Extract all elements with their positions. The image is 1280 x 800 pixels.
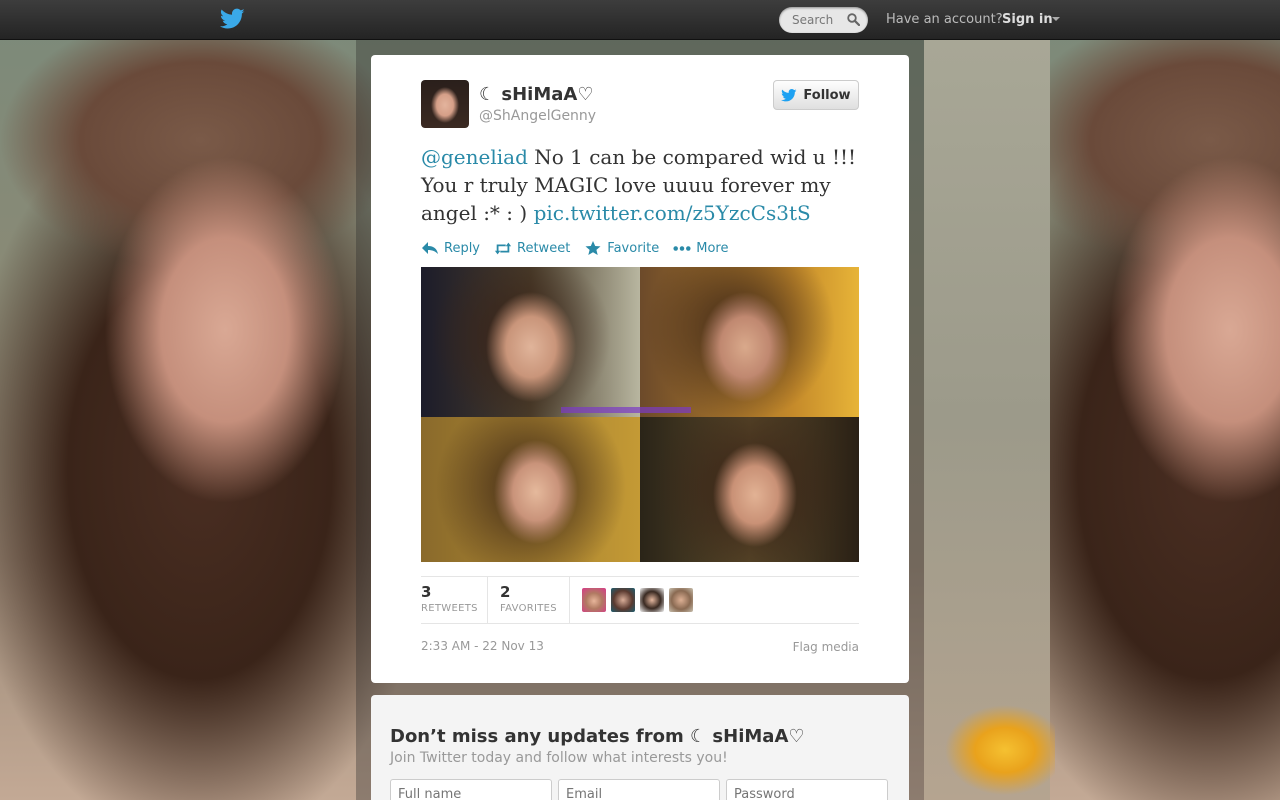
email-field[interactable] [558,779,720,800]
signup-subtitle: Join Twitter today and follow what inter… [390,750,728,766]
retweet-icon [494,242,512,254]
reply-label: Reply [444,240,481,256]
favorites-stat[interactable]: 2 FAVORITES [500,583,557,614]
stats-divider [569,577,570,623]
media-tile [421,417,640,562]
media-tile [421,267,640,417]
follow-label: Follow [803,87,851,103]
twitter-bird-icon[interactable] [220,8,245,30]
favorite-button[interactable]: Favorite [584,240,660,256]
chevron-down-icon[interactable] [1052,17,1060,21]
background-flower [935,690,1055,800]
twitter-bird-icon [781,88,797,101]
display-name[interactable]: ☾ sHiMaA♡ [479,84,593,105]
favorites-count: 2 [500,583,511,601]
have-account-label: Have an account? [886,12,1003,27]
search-icon[interactable] [847,13,860,26]
tweet-text: @geneliad No 1 can be compared wid u !!!… [421,143,861,227]
favoriter-avatar[interactable] [582,588,606,612]
media-tile [640,417,859,562]
tweet-timestamp[interactable]: 2:33 AM - 22 Nov 13 [421,639,544,653]
full-name-field[interactable] [390,779,552,800]
tweet-stats: 3 RETWEETS 2 FAVORITES [421,576,859,624]
retweets-count: 3 [421,583,432,601]
media-decoration [561,407,691,413]
follow-button[interactable]: Follow [773,80,859,110]
search-placeholder: Search [792,13,834,27]
more-button[interactable]: More [673,241,728,256]
media-link[interactable]: pic.twitter.com/z5YzcCs3tS [534,201,811,225]
star-icon [585,240,601,255]
reply-button[interactable]: Reply [421,241,480,256]
signup-card: Don’t miss any updates from ☾ sHiMaA♡ Jo… [371,695,909,800]
background-photo-pane [924,40,1050,800]
mention-link[interactable]: @geneliad [421,145,528,169]
reply-icon [422,241,438,254]
screen-name[interactable]: @ShAngelGenny [479,108,596,124]
favorite-label: Favorite [607,240,660,256]
tweet-actions: Reply Retweet Favorite More [421,238,742,258]
signup-title: Don’t miss any updates from ☾ sHiMaA♡ [390,726,805,747]
tweet-media-image[interactable] [421,267,859,562]
favoriter-avatar[interactable] [669,588,693,612]
tweet-card: ☾ sHiMaA♡ @ShAngelGenny Follow @geneliad… [371,55,909,683]
retweet-label: Retweet [517,240,571,256]
stats-divider [487,577,488,623]
avatar[interactable] [421,80,469,128]
search-input[interactable]: Search [779,7,868,33]
retweets-label: RETWEETS [421,603,478,614]
password-field[interactable] [726,779,888,800]
media-tile [640,267,859,417]
retweet-button[interactable]: Retweet [494,241,570,256]
more-label: More [696,240,729,256]
flag-media-link[interactable]: Flag media [793,640,859,654]
favoriter-avatar[interactable] [640,588,664,612]
favorites-label: FAVORITES [500,603,557,614]
favoriter-avatar[interactable] [611,588,635,612]
sign-in-link[interactable]: Sign in [1002,12,1053,27]
more-dots-icon [673,245,691,251]
retweets-stat[interactable]: 3 RETWEETS [421,583,478,614]
top-navigation-bar: Search Have an account? Sign in [0,0,1280,40]
